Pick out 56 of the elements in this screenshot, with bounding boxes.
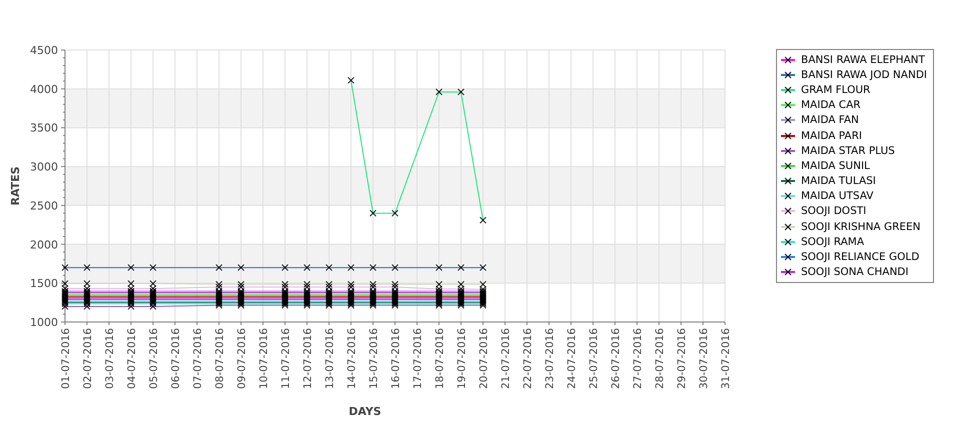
x-tick-label: 17-07-2016	[412, 328, 424, 390]
x-tick-label: 20-07-2016	[478, 328, 490, 390]
x-tick-label: 29-07-2016	[676, 328, 688, 390]
x-tick-label: 27-07-2016	[632, 328, 644, 390]
x-axis-title: DAYS	[348, 405, 382, 418]
legend-label: MAIDA STAR PLUS	[801, 144, 895, 157]
legend-label: BANSI RAWA JOD NANDI	[801, 68, 928, 81]
x-tick-label: 22-07-2016	[522, 328, 534, 390]
y-axis-title: RATES	[9, 166, 22, 206]
x-tick-label: 28-07-2016	[654, 328, 666, 390]
x-tick-label: 16-07-2016	[390, 328, 402, 390]
x-tick-label: 13-07-2016	[324, 328, 336, 390]
legend-label: BANSI RAWA ELEPHANT	[801, 54, 925, 66]
x-tick-label: 05-07-2016	[148, 328, 160, 390]
legend-label: MAIDA PARI	[801, 130, 862, 142]
x-tick-label: 04-07-2016	[126, 328, 138, 390]
x-tick-label: 11-07-2016	[280, 328, 292, 390]
x-tick-label: 12-07-2016	[302, 328, 314, 390]
x-tick-label: 10-07-2016	[258, 328, 270, 390]
legend-label: SOOJI RAMA	[801, 236, 864, 248]
x-tick-label: 25-07-2016	[588, 328, 600, 390]
y-tick-label: 3000	[30, 160, 58, 174]
x-tick-label: 23-07-2016	[544, 328, 556, 390]
y-tick-label: 2500	[30, 199, 58, 212]
legend-label: SOOJI DOSTI	[801, 205, 866, 218]
x-tick-label: 31-07-2016	[720, 328, 732, 390]
x-tick-label: 09-07-2016	[236, 328, 248, 390]
x-tick-label: 30-07-2016	[698, 328, 710, 390]
x-tick-label: 03-07-2016	[104, 328, 116, 390]
x-tick-label: 18-07-2016	[434, 328, 446, 390]
y-tick-label: 1500	[30, 277, 58, 290]
x-tick-label: 08-07-2016	[214, 328, 226, 390]
x-tick-label: 02-07-2016	[82, 328, 94, 390]
x-tick-label: 15-07-2016	[368, 328, 380, 390]
legend-label: MAIDA SUNIL	[801, 160, 870, 172]
x-tick-label: 19-07-2016	[456, 328, 468, 390]
y-tick-label: 4500	[30, 44, 58, 57]
y-tick-label: 2000	[30, 238, 58, 252]
legend-label: MAIDA TULASI	[801, 175, 876, 188]
x-tick-label: 21-07-2016	[500, 328, 512, 390]
legend-label: MAIDA CAR	[801, 99, 861, 112]
legend-label: MAIDA FAN	[801, 114, 859, 126]
legend-label: GRAM FLOUR	[801, 84, 870, 96]
x-tick-label: 24-07-2016	[566, 328, 578, 390]
legend-label: SOOJI KRISHNA GREEN	[801, 220, 920, 233]
legend-label: SOOJI SONA CHANDI	[801, 266, 908, 278]
legend-label: MAIDA UTSAV	[801, 190, 874, 202]
legend-label: SOOJI RELIANCE GOLD	[801, 251, 920, 264]
y-tick-label: 3500	[30, 122, 58, 135]
x-tick-label: 14-07-2016	[346, 328, 358, 390]
x-tick-label: 07-07-2016	[192, 328, 204, 390]
x-tick-label: 01-07-2016	[60, 328, 72, 390]
y-tick-label: 4000	[30, 82, 58, 96]
x-tick-label: 26-07-2016	[610, 328, 622, 390]
y-tick-label: 1000	[30, 316, 58, 329]
x-tick-label: 06-07-2016	[170, 328, 182, 390]
